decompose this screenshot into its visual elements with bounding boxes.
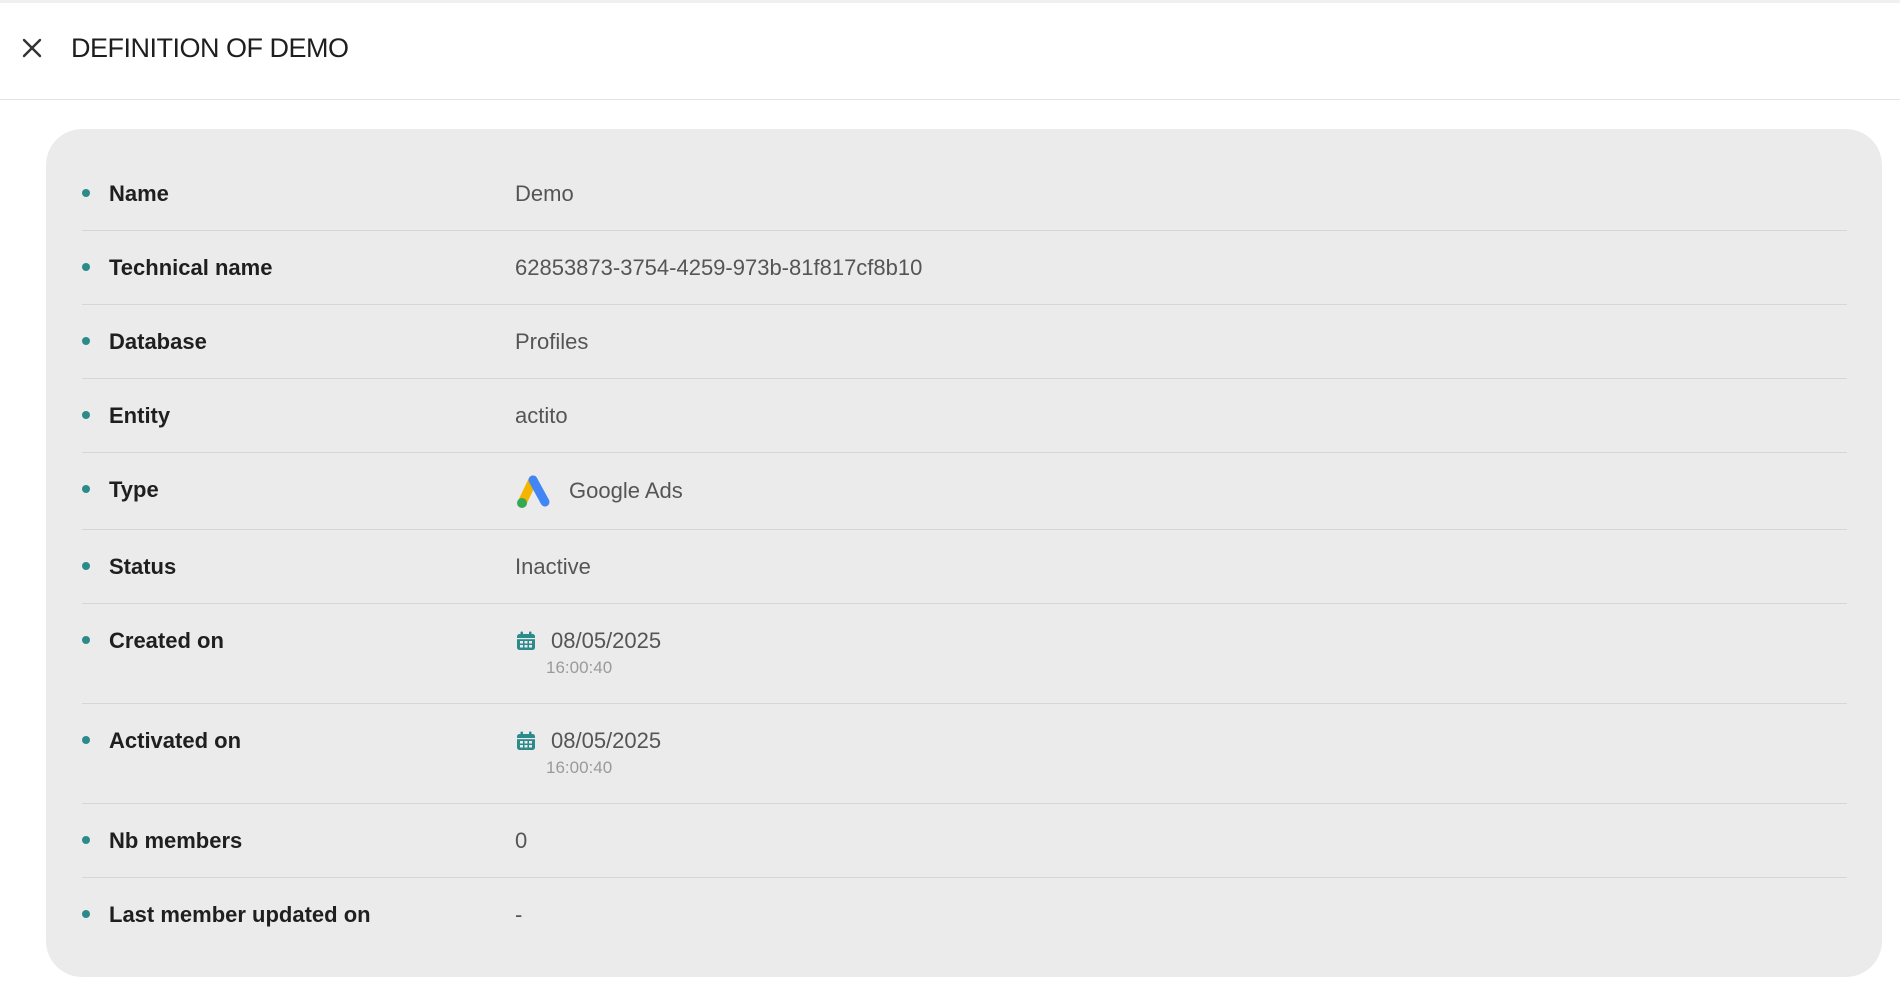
row-activated-on: Activated on 08/05/2025 16:00:40: [82, 704, 1847, 804]
google-ads-logo-icon: [517, 475, 550, 508]
entity-label: Entity: [109, 403, 171, 428]
created-on-time: 16:00:40: [546, 658, 613, 677]
created-on-label: Created on: [109, 628, 224, 653]
definition-list: Name Demo Technical name 62853873-3754-4…: [82, 157, 1847, 952]
created-on-date: 08/05/2025: [551, 628, 662, 653]
close-icon: [22, 38, 42, 58]
technical-name-label: Technical name: [109, 255, 273, 280]
bullet: [82, 736, 90, 744]
row-nb-members: Nb members 0: [82, 804, 1847, 878]
row-type: Type Google Ads: [82, 453, 1847, 530]
activated-on-value: 08/05/2025 16:00:40: [515, 728, 661, 778]
close-button[interactable]: [18, 34, 46, 62]
bullet: [82, 189, 90, 197]
technical-name-value: 62853873-3754-4259-973b-81f817cf8b10: [515, 255, 923, 280]
nb-members-label: Nb members: [109, 828, 243, 853]
database-value: Profiles: [515, 329, 589, 354]
row-name: Name Demo: [82, 157, 1847, 231]
row-entity: Entity actito: [82, 379, 1847, 453]
last-member-updated-on-value: -: [515, 902, 523, 927]
row-database: Database Profiles: [82, 305, 1847, 379]
bullet: [82, 562, 90, 570]
status-value: Inactive: [515, 554, 591, 579]
bullet: [82, 337, 90, 345]
page-title: DEFINITION OF DEMO: [71, 33, 349, 63]
entity-value: actito: [515, 403, 568, 428]
row-status: Status Inactive: [82, 530, 1847, 604]
row-last-member-updated-on: Last member updated on -: [82, 878, 1847, 952]
row-created-on: Created on 08/05/2025 16:00:40: [82, 604, 1847, 704]
definition-panel: Name Demo Technical name 62853873-3754-4…: [46, 129, 1882, 977]
activated-on-label: Activated on: [109, 728, 242, 753]
bullet: [82, 636, 90, 644]
status-label: Status: [109, 554, 177, 579]
nb-members-value: 0: [515, 828, 528, 853]
bullet: [82, 485, 90, 493]
type-value-text: Google Ads: [569, 478, 683, 503]
database-label: Database: [109, 329, 207, 354]
calendar-icon: [517, 731, 535, 750]
bullet: [82, 411, 90, 419]
dialog-header: DEFINITION OF DEMO: [0, 0, 1900, 100]
last-member-updated-on-label: Last member updated on: [109, 902, 371, 927]
created-on-value: 08/05/2025 16:00:40: [515, 628, 661, 678]
activated-on-time: 16:00:40: [546, 758, 613, 777]
bullet: [82, 910, 90, 918]
bullet: [82, 836, 90, 844]
type-value: Google Ads: [515, 473, 683, 509]
name-label: Name: [109, 181, 169, 206]
calendar-icon: [517, 631, 535, 650]
name-value: Demo: [515, 181, 574, 206]
row-technical-name: Technical name 62853873-3754-4259-973b-8…: [82, 231, 1847, 305]
type-label: Type: [109, 477, 159, 502]
activated-on-date: 08/05/2025: [551, 728, 662, 753]
bullet: [82, 263, 90, 271]
